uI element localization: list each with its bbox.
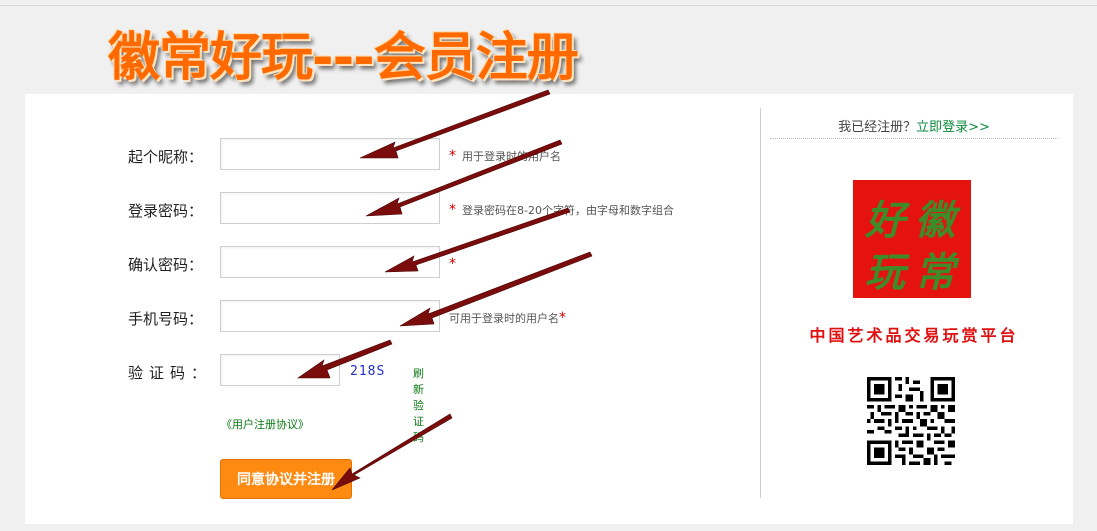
already-registered-text: 我已经注册？ xyxy=(838,120,917,135)
required-mark: * xyxy=(449,256,456,272)
page-banner-title: 徽常好玩---会员注册 xyxy=(108,28,579,88)
required-mark: * xyxy=(559,310,566,326)
logo-char: 徽 xyxy=(915,197,955,244)
user-agreement-link[interactable]: 《用户注册协议》 xyxy=(221,416,309,432)
top-divider xyxy=(0,5,1097,6)
logo-char: 玩 xyxy=(865,249,905,296)
site-logo: 徽 常 好 玩 xyxy=(853,180,971,298)
nickname-hint: * 用于登录时的用户名 xyxy=(449,148,561,164)
password-input[interactable] xyxy=(220,192,440,224)
password-hint: * 登录密码在8-20个字符，由字母和数字组合 xyxy=(449,202,674,218)
nickname-input[interactable] xyxy=(220,138,440,170)
captcha-code-image[interactable]: 218S xyxy=(350,364,385,379)
captcha-label: 验证码： xyxy=(128,364,213,382)
registration-panel: 起个昵称： * 用于登录时的用户名 登录密码： * 登录密码在8-20个字符，由字母… xyxy=(25,94,1073,524)
required-mark: * xyxy=(449,202,456,218)
phone-hint: 可用于登录时的用户名* xyxy=(449,310,572,326)
logo-char: 好 xyxy=(865,197,905,244)
logo-char: 常 xyxy=(915,249,955,296)
vertical-divider xyxy=(760,108,761,498)
login-link[interactable]: 立即登录>> xyxy=(916,120,990,135)
nickname-label: 起个昵称： xyxy=(128,148,204,166)
site-tagline: 中国艺术品交易玩赏平台 xyxy=(809,326,1019,345)
password-label: 登录密码： xyxy=(128,202,204,220)
confirm-password-input[interactable] xyxy=(220,246,440,278)
nickname-hint-text: 用于登录时的用户名 xyxy=(462,150,561,163)
confirm-password-label: 确认密码： xyxy=(128,256,204,274)
captcha-input[interactable] xyxy=(220,354,340,386)
qr-code-icon xyxy=(867,377,955,465)
refresh-captcha-link[interactable]: 刷新验证码 xyxy=(413,365,424,445)
login-prompt: 我已经注册？立即登录>> xyxy=(770,116,1058,135)
agree-and-register-button[interactable]: 同意协议并注册 xyxy=(220,459,352,499)
required-mark: * xyxy=(449,148,456,164)
phone-input[interactable] xyxy=(220,300,440,332)
confirm-password-hint: * xyxy=(449,256,462,272)
phone-label: 手机号码： xyxy=(128,310,204,328)
phone-hint-text: 可用于登录时的用户名 xyxy=(449,312,559,325)
login-divider xyxy=(770,138,1058,139)
password-hint-text: 登录密码在8-20个字符，由字母和数字组合 xyxy=(462,204,674,217)
